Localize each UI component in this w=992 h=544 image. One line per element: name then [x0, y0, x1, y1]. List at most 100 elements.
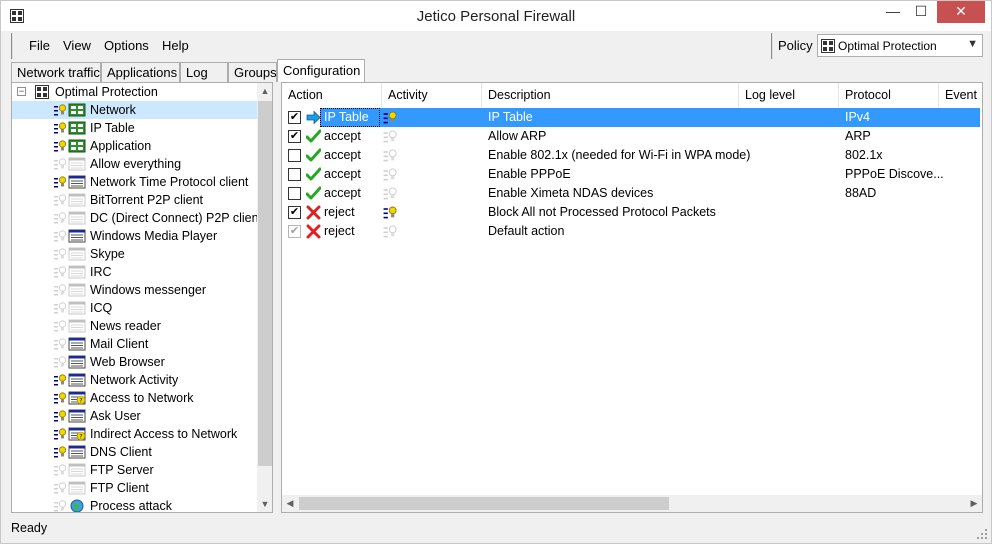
rule-enabled-checkbox[interactable]: [288, 168, 301, 181]
table-row[interactable]: ✔ accept Allow ARP ARP: [282, 127, 982, 146]
menu-file[interactable]: File: [29, 38, 50, 53]
tree-item[interactable]: Allow everything: [12, 155, 258, 173]
bulb-off-icon[interactable]: [382, 129, 398, 144]
rule-enabled-checkbox[interactable]: ✔: [288, 206, 301, 219]
tree-item[interactable]: Network Time Protocol client: [12, 173, 258, 191]
tree-item[interactable]: Mail Client: [12, 335, 258, 353]
rule-protocol: 88AD: [845, 186, 877, 200]
tree-item[interactable]: FTP Client: [12, 479, 258, 497]
bulb-off-icon: [54, 230, 66, 242]
column-header-description[interactable]: Description: [482, 83, 739, 107]
table-horizontal-scrollbar[interactable]: ◀ ▶: [282, 495, 982, 512]
rule-description: Enable Ximeta NDAS devices: [488, 186, 654, 200]
tree-item[interactable]: Skype: [12, 245, 258, 263]
chevron-down-icon[interactable]: ▼: [967, 38, 978, 50]
tree-item-label: FTP Client: [90, 481, 149, 495]
ask-table-icon: ?: [68, 391, 86, 405]
tree-item[interactable]: DC (Direct Connect) P2P client: [12, 209, 262, 227]
tree-item[interactable]: Network Activity: [12, 371, 258, 389]
bulb-off-icon[interactable]: [382, 186, 398, 201]
tree-item-label: Access to Network: [90, 391, 194, 405]
tab-applications[interactable]: Applications: [101, 62, 180, 83]
tree-item[interactable]: BitTorrent P2P client: [12, 191, 258, 209]
tree-item[interactable]: ICQ: [12, 299, 258, 317]
resize-grip-icon[interactable]: [976, 528, 988, 540]
tree-item[interactable]: Ask User: [12, 407, 258, 425]
tree-item[interactable]: Windows Media Player: [12, 227, 258, 245]
column-header-log-level[interactable]: Log level: [739, 83, 839, 107]
bulb-on-icon: [54, 122, 66, 134]
rules-table[interactable]: Action Activity Description Log level Pr…: [281, 82, 983, 513]
policy-select[interactable]: Optimal Protection ▼: [817, 34, 983, 57]
tree-item[interactable]: Process attack: [12, 497, 258, 513]
rule-enabled-checkbox[interactable]: [288, 187, 301, 200]
bulb-off-icon: [54, 194, 66, 206]
rule-protocol: 802.1x: [845, 148, 883, 162]
bulb-off-icon: [54, 320, 66, 332]
tree-item[interactable]: ? Indirect Access to Network: [12, 425, 258, 443]
collapse-icon[interactable]: −: [17, 87, 26, 96]
table-disabled-icon: [68, 481, 86, 495]
rule-enabled-checkbox: ✔: [288, 225, 301, 238]
table-icon: [68, 337, 86, 351]
tab-bar: Network traffic Applications Log Groups …: [1, 59, 992, 83]
bulb-on-icon[interactable]: [382, 110, 398, 125]
bulb-off-icon[interactable]: [382, 167, 398, 182]
rule-enabled-checkbox[interactable]: ✔: [288, 130, 301, 143]
scroll-down-icon[interactable]: ▼: [257, 496, 272, 512]
tree-item[interactable]: FTP Server: [12, 461, 258, 479]
column-header-protocol[interactable]: Protocol: [839, 83, 939, 107]
tree-item[interactable]: DNS Client: [12, 443, 258, 461]
scroll-right-icon[interactable]: ▶: [966, 495, 982, 512]
tab-configuration[interactable]: Configuration: [277, 59, 365, 83]
rule-action: reject: [324, 224, 355, 238]
tree-item-label: Process attack: [90, 499, 172, 513]
bulb-on-icon[interactable]: [382, 205, 398, 220]
menu-view[interactable]: View: [63, 38, 91, 53]
tree-vertical-scrollbar[interactable]: ▲ ▼: [257, 83, 272, 512]
table-row[interactable]: ✔ reject Default action: [282, 222, 982, 241]
rule-description: Allow ARP: [488, 129, 547, 143]
tree-item[interactable]: IP Table: [12, 119, 258, 137]
tree-item[interactable]: Network: [12, 101, 258, 119]
tree-item[interactable]: Application: [12, 137, 258, 155]
table-row[interactable]: ✔ IP Table IP Table IPv4: [282, 108, 982, 127]
table-row[interactable]: accept Enable 802.1x (needed for Wi-Fi in…: [282, 146, 982, 165]
tab-log[interactable]: Log: [180, 62, 228, 83]
column-header-action[interactable]: Action: [282, 83, 382, 107]
scroll-up-icon[interactable]: ▲: [257, 83, 272, 99]
tree-item[interactable]: Windows messenger: [12, 281, 258, 299]
policy-tree[interactable]: − Optimal Protection Network IP Table Appl…: [11, 82, 273, 513]
close-button[interactable]: ✕: [937, 1, 985, 23]
bulb-off-icon[interactable]: [382, 224, 398, 239]
bulb-off-icon: [54, 248, 66, 260]
table-row[interactable]: accept Enable PPPoE PPPoE Discove...: [282, 165, 982, 184]
pane-splitter[interactable]: [273, 82, 281, 513]
tree-item[interactable]: ? Access to Network: [12, 389, 258, 407]
tree-item[interactable]: News reader: [12, 317, 258, 335]
tree-root[interactable]: − Optimal Protection: [12, 83, 258, 101]
rule-enabled-checkbox[interactable]: [288, 149, 301, 162]
column-header-event[interactable]: Event: [939, 83, 982, 107]
scroll-left-icon[interactable]: ◀: [282, 495, 298, 512]
title-bar[interactable]: Jetico Personal Firewall — ☐ ✕: [1, 1, 991, 31]
bulb-off-icon[interactable]: [382, 148, 398, 163]
minimize-button[interactable]: —: [879, 1, 907, 23]
maximize-button[interactable]: ☐: [907, 1, 935, 23]
menu-help[interactable]: Help: [162, 38, 189, 53]
window-title: Jetico Personal Firewall: [416, 8, 576, 25]
tab-network-traffic[interactable]: Network traffic: [11, 62, 101, 83]
menu-options[interactable]: Options: [104, 38, 149, 53]
table-row[interactable]: ✔ reject Block All not Processed Protocol …: [282, 203, 982, 222]
rule-action: accept: [324, 167, 361, 181]
tree-item[interactable]: IRC: [12, 263, 258, 281]
scroll-thumb[interactable]: [299, 497, 669, 510]
scroll-thumb[interactable]: [258, 101, 272, 466]
tree-item[interactable]: Web Browser: [12, 353, 258, 371]
rule-enabled-checkbox[interactable]: ✔: [288, 111, 301, 124]
tab-groups[interactable]: Groups: [228, 62, 277, 83]
table-row[interactable]: accept Enable Ximeta NDAS devices 88AD: [282, 184, 982, 203]
bulb-off-icon: [54, 482, 66, 494]
bulb-off-icon: [54, 464, 66, 476]
column-header-activity[interactable]: Activity: [382, 83, 482, 107]
